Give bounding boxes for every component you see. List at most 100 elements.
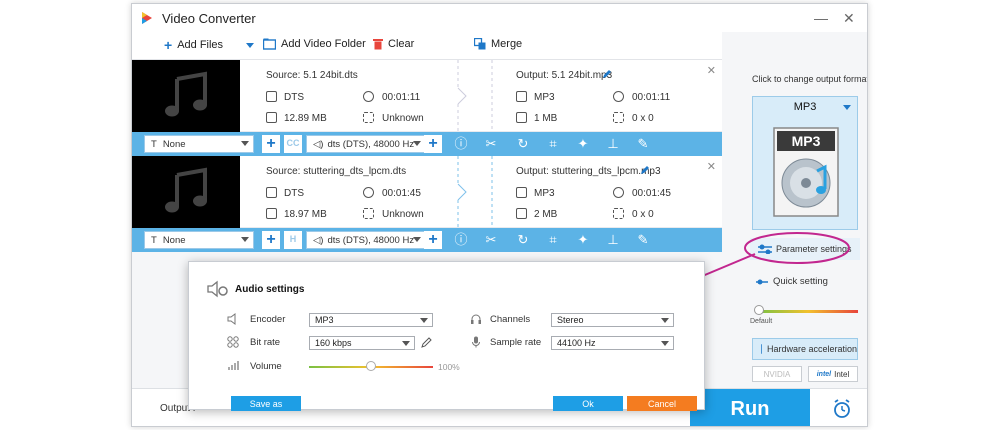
crop-icon[interactable]: ⌗ — [545, 136, 561, 152]
clock-icon — [363, 187, 374, 198]
remove-file-icon[interactable]: ✕ — [707, 64, 716, 77]
window-title: Video Converter — [162, 10, 256, 26]
output-format: MP3 — [534, 188, 555, 199]
effects-wand-icon[interactable]: ✦ — [575, 136, 591, 152]
file-row[interactable]: Source: 5.1 24bit.dts DTS 00:01:11 12.89… — [132, 60, 722, 132]
edit-pencil-icon[interactable] — [640, 165, 650, 175]
sample-rate-select[interactable]: 44100 Hz — [551, 336, 674, 350]
info-icon[interactable]: ⓘ — [453, 232, 469, 248]
plus-icon: + — [164, 37, 173, 53]
source-resolution: Unknown — [382, 113, 424, 124]
mp3-badge-text: MP3 — [792, 133, 821, 149]
filesize-icon — [516, 112, 527, 123]
close-button[interactable]: ✕ — [843, 10, 855, 27]
audio-track-select[interactable]: ◁) dts (DTS), 48000 Hz — [306, 231, 426, 249]
intel-logo: intel — [816, 370, 832, 378]
add-subtitle-button[interactable]: + — [262, 231, 280, 249]
crop-icon[interactable]: ⌗ — [545, 232, 561, 248]
cc-icon[interactable]: CC — [284, 135, 302, 153]
output-resolution: 0 x 0 — [632, 113, 654, 124]
channels-select[interactable]: Stereo — [551, 313, 674, 327]
cut-icon[interactable]: ✂ — [483, 136, 499, 152]
ok-button[interactable]: Ok — [553, 396, 623, 411]
text-icon: T — [151, 234, 157, 246]
source-format: DTS — [284, 92, 304, 103]
subtitle-select[interactable]: T None — [144, 135, 254, 153]
chevron-down-icon — [661, 318, 669, 323]
edit-pencil-icon[interactable] — [602, 69, 612, 79]
file-thumbnail — [132, 60, 240, 132]
alarm-clock-icon[interactable] — [832, 399, 852, 419]
rotate-icon[interactable]: ↻ — [515, 232, 531, 248]
audio-track-value: dts (DTS), 48000 Hz — [327, 138, 415, 150]
source-duration: 00:01:11 — [382, 92, 421, 103]
watermark-icon[interactable]: ⊥ — [605, 136, 621, 152]
audio-track-select[interactable]: ◁) dts (DTS), 48000 Hz — [306, 135, 426, 153]
intel-toggle[interactable]: intel Intel — [808, 366, 858, 382]
source-format: DTS — [284, 188, 304, 199]
trash-icon — [373, 39, 383, 50]
rotate-icon[interactable]: ↻ — [515, 136, 531, 152]
nvidia-label: NVIDIA — [763, 369, 791, 379]
effects-wand-icon[interactable]: ✦ — [575, 232, 591, 248]
run-label: Run — [730, 397, 770, 420]
encoder-select[interactable]: MP3 — [309, 313, 433, 327]
encoder-value: MP3 — [315, 315, 334, 325]
volume-bars-icon — [228, 361, 239, 370]
run-button[interactable]: Run — [690, 389, 810, 426]
edit-pencil-icon[interactable] — [421, 337, 432, 348]
audio-track-value: dts (DTS), 48000 Hz — [327, 234, 415, 246]
hardsub-icon[interactable]: H — [284, 231, 302, 249]
subtitle-value: None — [162, 138, 186, 150]
encoder-label: Encoder — [250, 314, 286, 325]
cancel-button[interactable]: Cancel — [627, 396, 697, 411]
file-row[interactable]: Source: stuttering_dts_lpcm.dts DTS 00:0… — [132, 156, 722, 228]
format-icon — [516, 91, 527, 102]
bitrate-select[interactable]: 160 kbps — [309, 336, 415, 350]
merge-button[interactable]: Merge — [474, 38, 522, 50]
dialog-title: Audio settings — [235, 284, 305, 295]
quality-slider-knob[interactable] — [754, 305, 764, 315]
output-duration: 00:01:45 — [632, 188, 671, 199]
output-size: 2 MB — [534, 209, 558, 220]
remove-file-icon[interactable]: ✕ — [707, 160, 716, 173]
chip-icon — [761, 344, 762, 354]
quick-setting[interactable]: Quick setting — [756, 276, 828, 287]
save-as-button[interactable]: Save as — [231, 396, 301, 411]
edit-bar: T None + H ◁) dts (DTS), 48000 Hz + ⓘ ✂ … — [132, 228, 722, 252]
add-audio-track-button[interactable]: + — [424, 135, 442, 153]
subtitle-edit-icon[interactable]: ✎ — [635, 136, 651, 152]
clear-button[interactable]: Clear — [373, 38, 414, 50]
source-filename: Source: 5.1 24bit.dts — [266, 70, 358, 81]
volume-value: 100% — [438, 362, 460, 372]
add-files-dropdown[interactable] — [246, 43, 254, 49]
edit-bar: T None + CC ◁) dts (DTS), 48000 Hz + ⓘ ✂… — [132, 132, 722, 156]
filesize-icon — [516, 208, 527, 219]
cut-icon[interactable]: ✂ — [483, 232, 499, 248]
output-format-panel: Click to change output format: MP3 MP3 P… — [740, 60, 867, 388]
volume-slider-knob[interactable] — [366, 361, 376, 371]
watermark-icon[interactable]: ⊥ — [605, 232, 621, 248]
source-resolution: Unknown — [382, 209, 424, 220]
save-as-label: Save as — [249, 398, 283, 409]
quality-slider-track[interactable] — [758, 310, 858, 313]
nvidia-toggle[interactable]: NVIDIA — [752, 366, 802, 382]
subtitle-select[interactable]: T None — [144, 231, 254, 249]
speaker-icon — [227, 313, 236, 325]
format-icon — [516, 187, 527, 198]
speaker-icon: ◁) — [313, 138, 324, 150]
add-audio-track-button[interactable]: + — [424, 231, 442, 249]
mp3-format-icon: MP3 — [773, 127, 839, 217]
add-files-button[interactable]: + Add Files — [164, 38, 223, 52]
add-video-folder-button[interactable]: Add Video Folder — [263, 38, 366, 50]
clock-icon — [613, 91, 624, 102]
subtitle-edit-icon[interactable]: ✎ — [635, 232, 651, 248]
bitrate-icon — [227, 336, 239, 348]
output-format-selector[interactable]: MP3 MP3 — [752, 96, 858, 230]
minimize-button[interactable]: — — [814, 10, 828, 26]
add-subtitle-button[interactable]: + — [262, 135, 280, 153]
hardware-acceleration-label: Hardware acceleration — [766, 344, 857, 354]
hardware-acceleration-button[interactable]: Hardware acceleration — [752, 338, 858, 360]
info-icon[interactable]: ⓘ — [453, 136, 469, 152]
chevron-down-icon — [843, 105, 851, 110]
